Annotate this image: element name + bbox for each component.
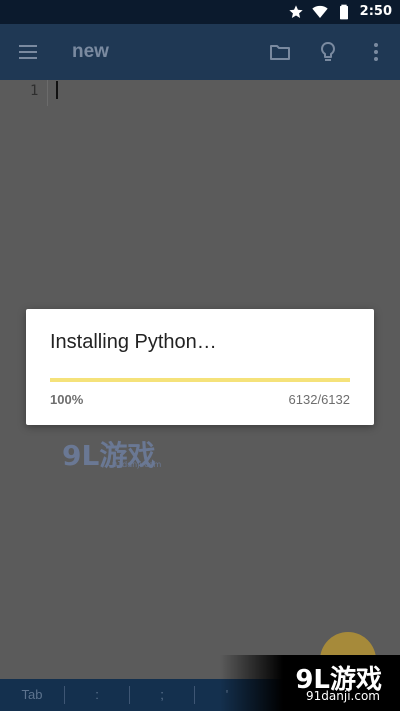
line-number: 1 [30,83,39,99]
app-bar: new [0,24,400,80]
battery-icon [339,4,348,20]
dialog-title: Installing Python… [50,331,217,353]
watermark-logo: 9L游戏 91danji.com [62,434,162,474]
progress-dialog: Installing Python… 100% 6132/6132 [26,309,374,425]
progress-count: 6132/6132 [288,392,350,407]
wifi-icon [311,5,328,19]
watermark-corner-url: 91danji.com [306,689,380,703]
status-bar: 2:50 [0,0,400,24]
text-cursor [56,81,58,99]
progress-percent: 100% [50,392,84,407]
status-time: 2:50 [359,4,392,19]
watermark-url: 91danji.com [112,460,162,469]
symbol-key-colon[interactable]: : [65,679,129,711]
gutter-divider [47,80,48,106]
menu-icon[interactable] [16,40,40,64]
watermark-corner: 9L游戏 91danji.com [220,655,400,711]
document-title: new [72,41,109,62]
folder-icon[interactable] [268,40,292,64]
star-icon [288,5,303,18]
symbol-key-tab[interactable]: Tab [0,679,64,711]
status-icons: 2:50 [288,3,392,21]
progress-bar-fill [50,378,350,382]
progress-bar [50,378,350,382]
symbol-key-semicolon[interactable]: ; [130,679,194,711]
more-vert-icon[interactable] [364,40,388,64]
lightbulb-icon[interactable] [316,40,340,64]
